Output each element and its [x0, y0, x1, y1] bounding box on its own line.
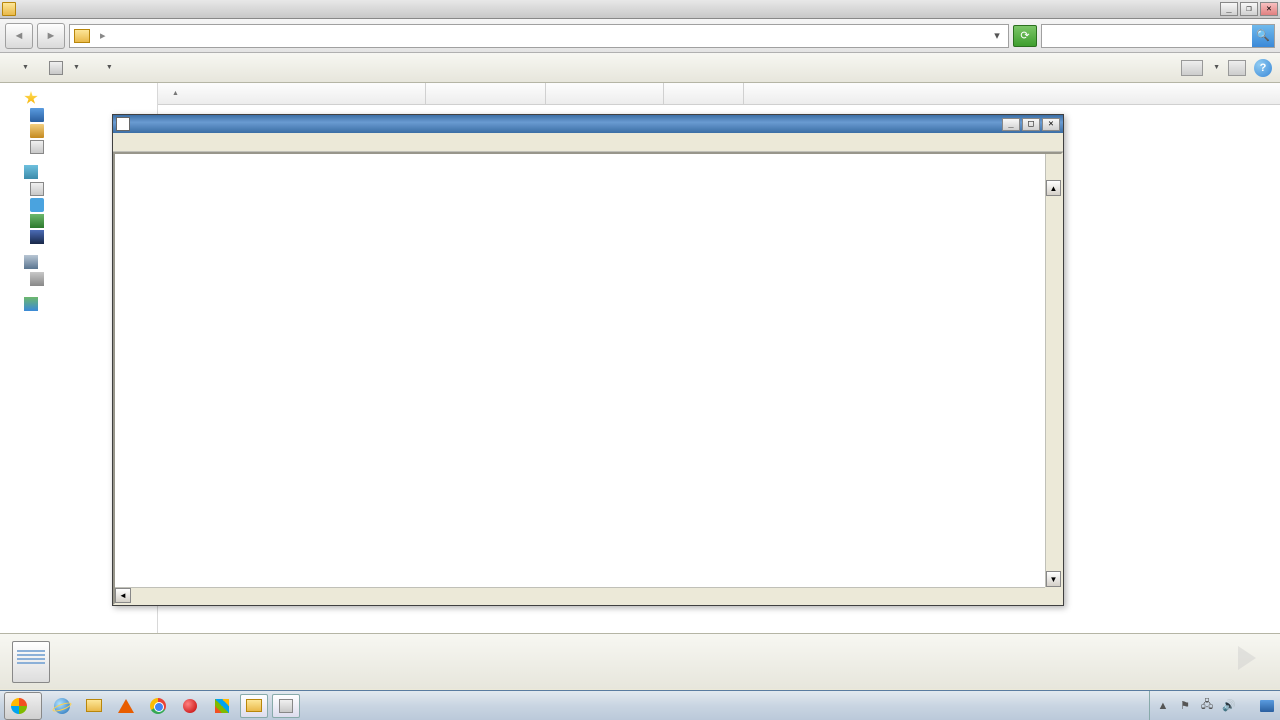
address-dropdown[interactable]: ▾ [990, 29, 1004, 42]
nav-forward-button[interactable]: ► [37, 23, 65, 49]
column-date-modified[interactable] [426, 83, 546, 104]
minimize-button[interactable]: _ [1220, 2, 1238, 16]
network-icon [24, 297, 38, 311]
preview-pane-button[interactable] [1228, 60, 1246, 76]
menu-format[interactable] [149, 140, 165, 144]
folder-icon [86, 699, 102, 712]
menu-file[interactable] [117, 140, 133, 144]
refresh-button[interactable]: ⟳ [1013, 25, 1037, 47]
notepad-window: _ □ ✕ ▲ ▼ ◄ ► [112, 114, 1064, 606]
breadcrumb-sep: ▸ [100, 29, 106, 42]
pictures-icon [30, 214, 44, 228]
scrollbar-horizontal[interactable]: ◄ ► [115, 587, 1061, 603]
grid-icon [215, 699, 229, 713]
taskbar-explorer-window[interactable] [240, 694, 268, 718]
address-box[interactable]: ▸ ▾ [69, 24, 1009, 48]
search-button[interactable]: 🔍 [1252, 25, 1274, 47]
notepad-menubar [113, 133, 1063, 152]
maximize-button[interactable]: ❐ [1240, 2, 1258, 16]
column-headers: ▲ [158, 83, 1280, 105]
document-icon [49, 61, 63, 75]
tray-volume-icon[interactable]: 🔊 [1222, 699, 1236, 713]
taskbar-chrome[interactable] [144, 694, 172, 718]
desktop-icon [30, 108, 44, 122]
column-name[interactable]: ▲ [158, 83, 426, 104]
libraries-icon [24, 165, 38, 179]
address-bar-row: ◄ ► ▸ ▾ ⟳ 🔍 [0, 19, 1280, 53]
recent-icon [30, 140, 44, 154]
notepad-icon [279, 699, 293, 713]
ie-icon [54, 698, 70, 714]
help-button[interactable]: ? [1254, 59, 1272, 77]
menu-edit[interactable] [133, 140, 149, 144]
column-size[interactable] [664, 83, 744, 104]
taskbar-app-red[interactable] [176, 694, 204, 718]
documents-icon [30, 182, 44, 196]
notepad-maximize-button[interactable]: □ [1022, 118, 1040, 131]
system-tray: ▲ ⚑ 🖧 🔊 [1149, 691, 1280, 720]
windows-logo-icon [11, 698, 27, 714]
scrollbar-vertical[interactable]: ▲ ▼ [1045, 154, 1061, 587]
taskbar-explorer[interactable] [80, 694, 108, 718]
search-input[interactable] [1042, 30, 1252, 42]
videos-icon [30, 230, 44, 244]
downloads-icon [30, 124, 44, 138]
tray-network-icon[interactable]: 🖧 [1200, 699, 1214, 713]
notepad-titlebar[interactable]: _ □ ✕ [113, 115, 1063, 133]
taskbar-app-grid[interactable] [208, 694, 236, 718]
tray-expand-icon[interactable]: ▲ [1156, 699, 1170, 713]
show-desktop-button[interactable] [1260, 700, 1274, 712]
views-button[interactable] [1181, 60, 1203, 76]
star-icon [24, 91, 38, 105]
taskbar: ▲ ⚑ 🖧 🔊 [0, 690, 1280, 720]
chrome-icon [150, 698, 166, 714]
resize-grip[interactable] [1045, 587, 1061, 603]
red-circle-icon [183, 699, 197, 713]
disk-icon [30, 272, 44, 286]
new-folder-button[interactable] [145, 65, 161, 71]
open-button[interactable]: ▼ [41, 58, 88, 78]
folder-icon [2, 2, 16, 16]
organize-button[interactable]: ▼ [8, 61, 37, 74]
taskbar-media[interactable] [112, 694, 140, 718]
start-button[interactable] [4, 692, 42, 720]
menu-help[interactable] [181, 140, 197, 144]
folder-icon [246, 699, 262, 712]
menu-view[interactable] [165, 140, 181, 144]
computer-icon [24, 255, 38, 269]
music-icon [30, 198, 44, 212]
close-button[interactable]: ✕ [1260, 2, 1278, 16]
explorer-titlebar: _ ❐ ✕ [0, 0, 1280, 19]
scroll-left-button[interactable]: ◄ [115, 588, 131, 603]
scroll-down-button[interactable]: ▼ [1046, 571, 1061, 587]
notepad-textarea[interactable]: ▲ ▼ ◄ ► [113, 152, 1063, 605]
details-pane [0, 633, 1280, 689]
notepad-minimize-button[interactable]: _ [1002, 118, 1020, 131]
file-type-icon [12, 641, 50, 683]
taskbar-ie[interactable] [48, 694, 76, 718]
share-with-button[interactable]: ▼ [92, 61, 121, 74]
notepad-icon [116, 117, 130, 131]
folder-icon [74, 29, 90, 43]
column-type[interactable] [546, 83, 664, 104]
print-button[interactable] [125, 65, 141, 71]
media-icon [118, 699, 134, 713]
nav-back-button[interactable]: ◄ [5, 23, 33, 49]
tray-flag-icon[interactable]: ⚑ [1178, 699, 1192, 713]
taskbar-notepad-window[interactable] [272, 694, 300, 718]
search-box[interactable]: 🔍 [1041, 24, 1275, 48]
views-dropdown[interactable]: ▼ [1213, 64, 1220, 71]
explorer-toolbar: ▼ ▼ ▼ ▼ ? [0, 53, 1280, 83]
notepad-close-button[interactable]: ✕ [1042, 118, 1060, 131]
favorites-header[interactable] [0, 89, 157, 107]
